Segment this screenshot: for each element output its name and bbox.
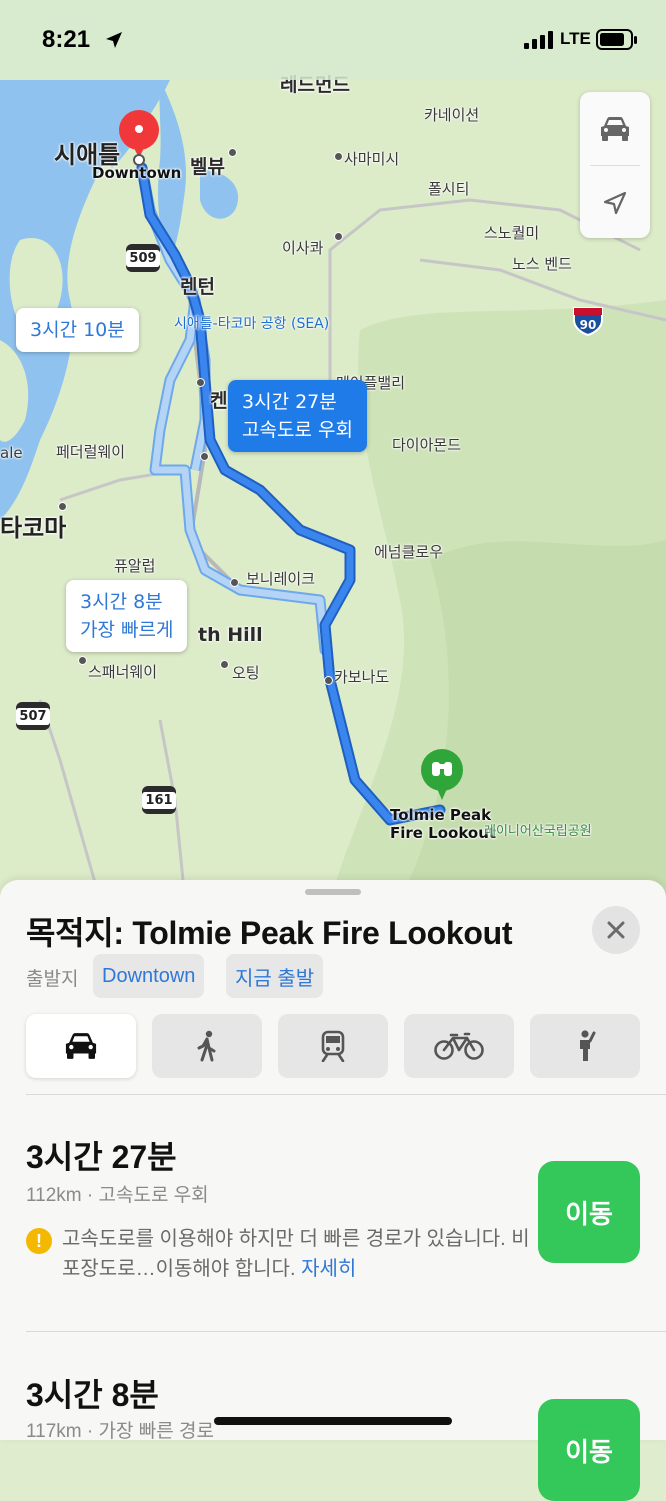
destination-title: 목적지: Tolmie Peak Fire Lookout bbox=[26, 915, 513, 951]
status-time: 8:21 bbox=[42, 26, 91, 53]
route-callout-3h10m[interactable]: 3시간 10분 bbox=[16, 308, 139, 352]
route-callout-3h8m[interactable]: 3시간 8분 가장 빠르게 bbox=[66, 580, 188, 652]
close-icon bbox=[607, 921, 625, 939]
network-type: LTE bbox=[560, 29, 591, 48]
warning-message: 고속도로를 이용해야 하지만 더 빠른 경로가 있습니다. 비포장도로…이동해야… bbox=[62, 1228, 530, 1280]
signal-bars-icon bbox=[524, 31, 553, 49]
town-dot bbox=[58, 502, 67, 511]
car-icon bbox=[601, 116, 629, 141]
map-label-carbonado: 카보나도 bbox=[334, 668, 390, 686]
divider bbox=[26, 1094, 666, 1095]
map-label-ale: ale bbox=[0, 444, 23, 462]
map-label-kent: 켄 bbox=[210, 390, 228, 412]
route-callout-desc: 고속도로 우회 bbox=[242, 419, 353, 441]
map-label-renton: 렌턴 bbox=[180, 276, 215, 298]
go-button[interactable]: 이동 bbox=[538, 1399, 640, 1501]
town-dot bbox=[324, 676, 333, 685]
map-label-tacoma: 타코마 bbox=[0, 514, 67, 542]
route-warning-text: 고속도로를 이용해야 하지만 더 빠른 경로가 있습니다. 비포장도로…이동해야… bbox=[62, 1224, 532, 1284]
route-callout-time: 3시간 10분 bbox=[30, 319, 125, 341]
directions-sheet: 목적지: Tolmie Peak Fire Lookout 출발지 Downto… bbox=[0, 880, 666, 1501]
map-label-carnation: 카네이션 bbox=[424, 106, 480, 124]
transport-mode-button[interactable] bbox=[580, 92, 650, 165]
transport-mode-selector bbox=[26, 1014, 640, 1078]
map-controls bbox=[580, 92, 650, 238]
map-label-issaquah: 이사콰 bbox=[282, 239, 324, 257]
map-label-black-diamond: 다이아몬드 bbox=[392, 436, 462, 454]
map-label-south-hill: th Hill bbox=[198, 624, 263, 646]
route-details: 117km · 가장 빠른 경로 bbox=[26, 1421, 214, 1442]
map-label-bellevue: 벨뷰 bbox=[190, 156, 225, 178]
map-label-bonney-lake: 보니레이크 bbox=[246, 570, 316, 588]
home-indicator[interactable] bbox=[214, 1417, 452, 1425]
svg-text:90: 90 bbox=[580, 318, 597, 332]
map-label-orting: 오팅 bbox=[232, 664, 260, 682]
rideshare-icon bbox=[580, 1030, 596, 1061]
bicycle-icon bbox=[434, 1032, 484, 1060]
route-duration: 3시간 27분 bbox=[26, 1139, 177, 1175]
map-view[interactable]: 레드먼드 카네이션 시애틀 Downtown 벨뷰 사마미시 폴시티 이사콰 스… bbox=[0, 0, 666, 900]
walk-icon bbox=[197, 1030, 216, 1062]
route-shield-161: 161 bbox=[142, 786, 176, 814]
map-label-enumclaw: 에넘클로우 bbox=[374, 543, 444, 561]
status-bar: 8:21 LTE bbox=[0, 0, 666, 80]
route-callout-time: 3시간 27분 bbox=[242, 391, 337, 413]
destination-pin-icon[interactable] bbox=[418, 748, 466, 808]
close-button[interactable] bbox=[592, 906, 640, 954]
mode-drive-button[interactable] bbox=[26, 1014, 136, 1078]
origin-chip[interactable]: Downtown bbox=[93, 954, 205, 998]
map-label-spanaway: 스패너웨이 bbox=[88, 663, 158, 681]
town-dot bbox=[196, 378, 205, 387]
go-button[interactable]: 이동 bbox=[538, 1161, 640, 1263]
location-arrow-icon bbox=[603, 191, 627, 214]
warning-icon: ! bbox=[26, 1228, 52, 1254]
battery-icon bbox=[596, 29, 637, 50]
map-label-puyallup: 퓨알럽 bbox=[114, 557, 156, 575]
town-dot bbox=[78, 656, 87, 665]
map-label-destination: Tolmie Peak Fire Lookout bbox=[390, 806, 497, 842]
divider bbox=[26, 1331, 666, 1332]
map-label-national-park: 레이니어산국립공원 bbox=[484, 824, 592, 839]
route-details: 112km · 고속도로 우회 bbox=[26, 1185, 209, 1206]
mode-rideshare-button[interactable] bbox=[530, 1014, 640, 1078]
car-icon bbox=[65, 1033, 97, 1059]
map-label-snoqualmie: 스노퀄미 bbox=[484, 224, 540, 242]
town-dot bbox=[334, 232, 343, 241]
route-duration: 3시간 8분 bbox=[26, 1377, 159, 1413]
town-dot bbox=[334, 152, 343, 161]
route-callout-desc: 가장 빠르게 bbox=[80, 619, 174, 641]
more-info-link[interactable]: 자세히 bbox=[301, 1258, 356, 1280]
town-dot bbox=[220, 660, 229, 669]
locate-me-button[interactable] bbox=[580, 166, 650, 239]
mode-cycle-button[interactable] bbox=[404, 1014, 514, 1078]
mode-walk-button[interactable] bbox=[152, 1014, 262, 1078]
route-callout-3h27m[interactable]: 3시간 27분 고속도로 우회 bbox=[228, 380, 367, 452]
origin-label: 출발지 bbox=[26, 969, 79, 990]
location-services-icon bbox=[106, 32, 122, 48]
sheet-grabber[interactable] bbox=[305, 889, 361, 895]
map-label-federal-way: 페더럴웨이 bbox=[56, 443, 126, 461]
route-shield-509: 509 bbox=[126, 244, 160, 272]
map-label-airport: 시애틀-타코마 공항 (SEA) bbox=[174, 316, 330, 332]
map-label-sammamish: 사마미시 bbox=[344, 150, 400, 168]
route-callout-time: 3시간 8분 bbox=[80, 591, 163, 613]
train-icon bbox=[321, 1030, 345, 1062]
mode-transit-button[interactable] bbox=[278, 1014, 388, 1078]
town-dot bbox=[230, 578, 239, 587]
town-dot bbox=[200, 452, 209, 461]
interstate-90-shield: 90 bbox=[573, 307, 603, 336]
map-label-north-bend: 노스 벤드 bbox=[512, 255, 572, 273]
map-label-fall-city: 폴시티 bbox=[428, 180, 470, 198]
departure-time-chip[interactable]: 지금 출발 bbox=[226, 954, 324, 998]
town-dot bbox=[228, 148, 237, 157]
start-pin-icon[interactable] bbox=[114, 108, 164, 170]
route-shield-507: 507 bbox=[16, 702, 50, 730]
